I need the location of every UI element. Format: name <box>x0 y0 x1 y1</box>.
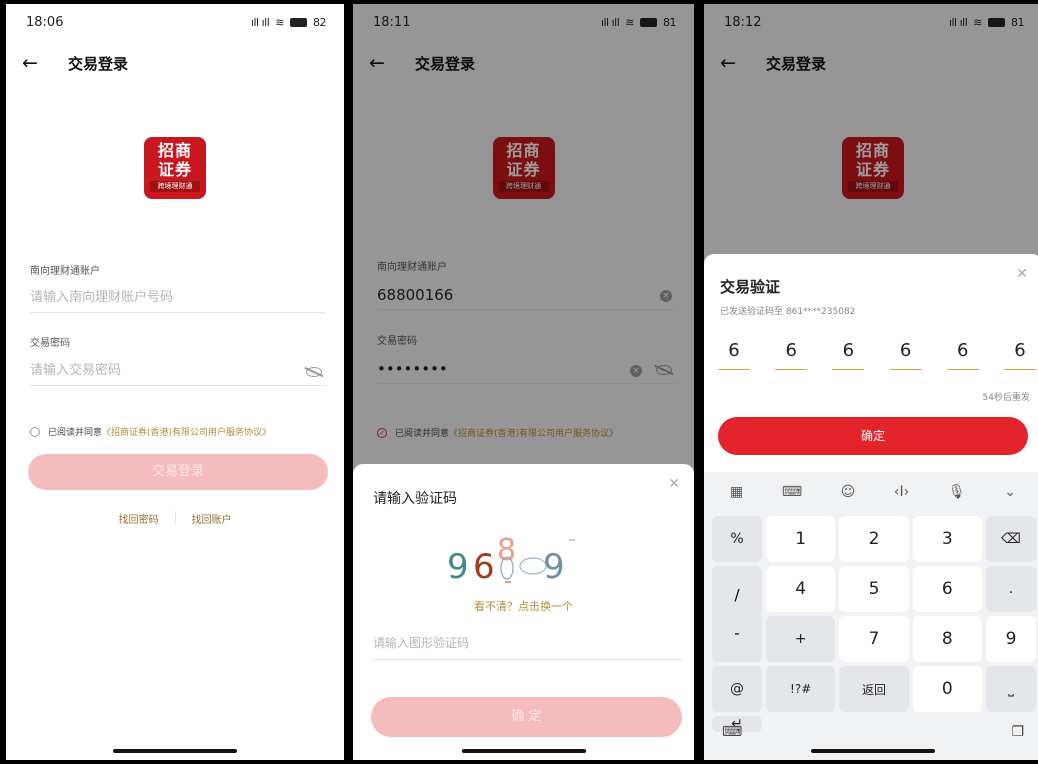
code-digit: 6 <box>1003 340 1036 370</box>
page-title: 交易登录 <box>68 54 129 73</box>
code-digit: 6 <box>832 340 865 370</box>
emoji-icon[interactable]: ☺ <box>841 484 856 512</box>
key-grid: % 1 2 3 ⌫ / - 4 5 6 . +7 8 9 @ !?# 返回 0 <box>712 516 1036 732</box>
apps-grid-icon[interactable]: ▦ <box>730 484 743 512</box>
resend-countdown: 54秒后重发 <box>982 393 1030 403</box>
key-8[interactable]: 8 <box>912 616 982 662</box>
key-9[interactable]: 9 <box>986 616 1036 662</box>
captcha-screen: 18:11 ıll ıll ≋ 81 ← 交易登录 招商 证券 跨境理财通 南向… <box>353 4 694 760</box>
captcha-char: 8 <box>497 533 516 568</box>
recover-links: 找回密码 找回账户 <box>6 511 344 526</box>
captcha-input[interactable] <box>373 626 682 660</box>
agree-checkbox[interactable] <box>30 426 40 437</box>
key-7[interactable]: 7 <box>839 616 909 662</box>
symbol-column: / - <box>712 566 762 662</box>
battery-icon <box>290 17 307 27</box>
forgot-account-link[interactable]: 找回账户 <box>192 511 232 526</box>
space-key-icon[interactable]: ⎵ <box>986 666 1036 712</box>
key-0[interactable]: 0 <box>912 666 982 712</box>
microphone-icon[interactable]: 🎙 <box>948 484 966 512</box>
agree-text: 已阅读并同意 <box>48 428 103 438</box>
agreement-link[interactable]: 《招商证券(香港)有限公司用户服务协议》 <box>102 428 271 438</box>
home-indicator <box>811 749 935 753</box>
backspace-icon[interactable]: ⌫ <box>986 516 1036 562</box>
key-2[interactable]: 2 <box>839 516 909 562</box>
captcha-char: 9 <box>447 547 469 587</box>
app-logo: 招商 证券 跨境理财通 <box>144 137 206 199</box>
code-digit: 6 <box>889 340 922 370</box>
hide-password-icon[interactable] <box>306 367 322 377</box>
verify-confirm-button[interactable]: 确定 <box>718 417 1028 455</box>
code-input-row[interactable]: 6 6 6 6 6 6 <box>718 340 1036 370</box>
captcha-char: 6 <box>473 547 495 587</box>
forgot-password-link[interactable]: 找回密码 <box>119 511 159 526</box>
key-plus[interactable]: + <box>766 616 836 662</box>
sms-verify-screen: 18:12 ıll ıll ≋ 81 ← 交易登录 招商 证券 跨境理财通 交易… <box>704 4 1038 760</box>
key-at[interactable]: @ <box>712 666 762 712</box>
key-slash[interactable]: / <box>734 586 739 604</box>
code-digit: 6 <box>775 340 808 370</box>
sent-to-text: 已发送验证码至 861****235082 <box>720 307 856 317</box>
nav-bar: ← 交易登录 <box>6 42 344 84</box>
keyboard-bottom-bar: ⌨ ❐ <box>722 724 1024 740</box>
status-time: 18:06 <box>26 14 64 30</box>
logo-line1: 招商 <box>157 141 192 160</box>
key-symbols[interactable]: !?# <box>766 666 836 712</box>
close-icon[interactable]: ✕ <box>1016 266 1028 282</box>
close-icon[interactable]: ✕ <box>668 476 680 492</box>
key-dot[interactable]: . <box>986 566 1036 612</box>
key-percent[interactable]: % <box>712 516 762 562</box>
account-input[interactable] <box>30 283 326 313</box>
key-minus[interactable]: - <box>734 624 739 642</box>
wifi-icon: ≋ <box>275 15 284 29</box>
collapse-keyboard-icon[interactable]: ⌄ <box>1004 484 1016 512</box>
key-1[interactable]: 1 <box>766 516 836 562</box>
key-back[interactable]: 返回 <box>839 666 909 712</box>
logo-line2: 证券 <box>157 160 192 179</box>
keyboard-toolbar: ▦ ⌨ ☺ ‹I› 🎙 ⌄ <box>704 472 1038 512</box>
home-indicator <box>113 749 237 753</box>
sheet-title: 交易验证 <box>720 278 781 296</box>
numeric-keyboard: ▦ ⌨ ☺ ‹I› 🎙 ⌄ % 1 2 3 ⌫ / - 4 5 6 . + 7 … <box>704 472 1038 760</box>
keyboard-icon[interactable]: ⌨ <box>722 724 742 740</box>
login-screen: 18:06 ıll ıll ≋ 82 ← 交易登录 招商 证券 跨境理财通 南向… <box>6 4 344 760</box>
agreement-row: 已阅读并同意《招商证券(香港)有限公司用户服务协议》 <box>30 425 271 438</box>
captcha-sheet: 请输入验证码 ✕ 9 6 8 9 看不清？点击换一个 确 定 <box>353 464 694 760</box>
back-arrow-icon[interactable]: ← <box>22 52 44 74</box>
login-button[interactable]: 交易登录 <box>28 454 328 490</box>
code-digit: 6 <box>946 340 979 370</box>
home-indicator <box>461 749 586 753</box>
status-icons: ıll ıll ≋ 82 <box>250 15 327 29</box>
key-4[interactable]: 4 <box>766 566 836 612</box>
keyboard-switch-icon[interactable]: ⌨ <box>782 484 802 512</box>
logo-sub: 跨境理财通 <box>150 181 200 192</box>
battery-level: 82 <box>313 15 327 29</box>
password-input[interactable] <box>30 356 326 386</box>
status-bar: 18:06 ıll ıll ≋ 82 <box>6 4 344 40</box>
sheet-title: 请输入验证码 <box>373 491 457 507</box>
signal-icon: ıll ıll <box>250 15 270 29</box>
captcha-confirm-button[interactable]: 确 定 <box>371 697 682 737</box>
code-digit: 6 <box>718 340 750 370</box>
verify-sheet: 交易验证 ✕ 已发送验证码至 861****235082 6 6 6 6 6 6… <box>704 254 1038 760</box>
key-6[interactable]: 6 <box>912 566 982 612</box>
password-label: 交易密码 <box>30 338 70 349</box>
captcha-image[interactable]: 9 6 8 9 <box>447 520 607 590</box>
cursor-icon[interactable]: ‹I› <box>894 484 909 512</box>
key-3[interactable]: 3 <box>912 516 982 562</box>
clipboard-icon[interactable]: ❐ <box>1011 724 1024 740</box>
account-label: 南向理财通账户 <box>30 266 100 277</box>
refresh-captcha-link[interactable]: 看不清？点击换一个 <box>353 598 694 614</box>
divider <box>174 511 176 525</box>
key-5[interactable]: 5 <box>839 566 909 612</box>
